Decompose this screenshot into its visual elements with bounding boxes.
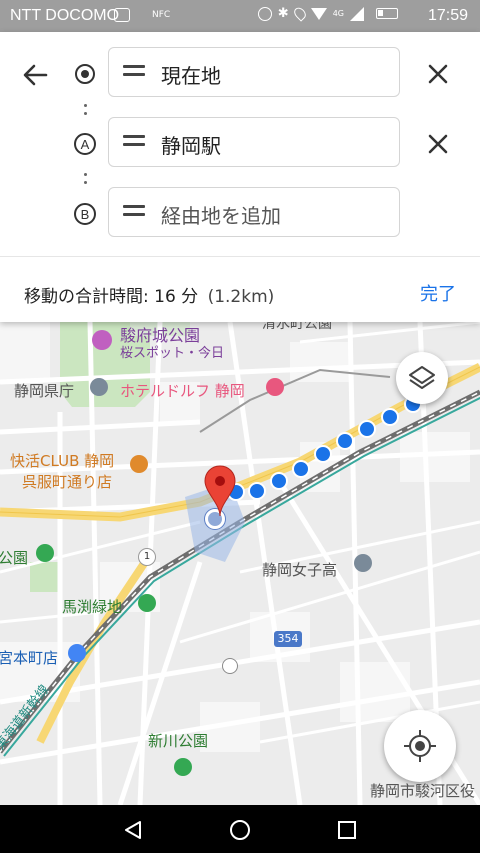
route-dot (270, 472, 288, 490)
route-354-shield: 354 (274, 631, 302, 647)
drag-handle-icon[interactable] (123, 135, 145, 149)
add-waypoint-placeholder: 経由地を追加 (161, 204, 281, 228)
waypoint-row: B 経由地を追加 (0, 187, 480, 241)
back-nav-icon[interactable] (122, 819, 144, 841)
park-poi-icon[interactable] (36, 544, 54, 562)
gov-poi-icon[interactable] (90, 378, 108, 396)
map-label-shinkawa: 新川公園 (148, 732, 209, 750)
clock: 17:59 (427, 7, 468, 24)
route-dot (358, 420, 376, 438)
park-poi-icon[interactable] (138, 594, 156, 612)
map-label-hotel: ホテルドルフ 静岡 (120, 382, 245, 400)
add-waypoint-field[interactable]: 経由地を追加 (108, 187, 400, 237)
route-1-shield: 1 (138, 548, 156, 566)
waypoint-marker-b: B (74, 203, 96, 225)
map-view[interactable]: 駿府城公園 桜スポット・今日 清水町公園 静岡県庁 ホテルドルフ 静岡 快活CL… (0, 322, 480, 805)
total-time: 移動の合計時間: 16 分 (24, 287, 199, 307)
park-poi-icon[interactable] (92, 330, 112, 350)
trip-summary: 移動の合計時間: 16 分 (1.2km) (24, 282, 274, 307)
nfc-indicator: NFC (152, 10, 171, 20)
done-button[interactable]: 完了 (420, 280, 456, 306)
notification-icon (114, 8, 130, 22)
destination-marker-a: A (74, 133, 96, 155)
post-office-icon[interactable] (222, 658, 238, 674)
route-dot (292, 460, 310, 478)
recents-nav-icon[interactable] (336, 819, 358, 841)
map-label-ward-office: 静岡市駿河区役 (370, 782, 476, 800)
layers-icon (409, 366, 435, 389)
map-label-club-2: 呉服町通り店 (22, 473, 113, 491)
map-label-park-left: 公園 (0, 549, 29, 567)
bluetooth-icon: ✱ (277, 6, 289, 21)
origin-row: 現在地 (0, 47, 480, 101)
map-label-prefecture: 静岡県庁 (14, 382, 75, 400)
battery-icon (376, 8, 398, 19)
destination-field[interactable]: 静岡駅 (108, 117, 400, 167)
origin-text: 現在地 (161, 64, 221, 88)
carrier-name: NTT DOCOMO (10, 7, 120, 24)
route-dot (381, 408, 399, 426)
restaurant-poi-icon[interactable] (130, 455, 148, 473)
school-poi-icon[interactable] (354, 554, 372, 572)
drag-handle-icon[interactable] (123, 65, 145, 79)
destination-pin-icon[interactable] (203, 464, 237, 518)
location-icon (291, 5, 308, 22)
vibrate-icon (257, 6, 272, 21)
hotel-poi-icon[interactable] (266, 378, 284, 396)
park-poi-icon[interactable] (174, 758, 192, 776)
route-dot (314, 445, 332, 463)
map-label-club-1: 快活CLUB 静岡 (10, 452, 115, 470)
route-panel: 現在地 A 静岡駅 B 経由地を追加 移動の合計時間: 16 分 (1.2km)… (0, 32, 480, 322)
map-label-sunpu-sub: 桜スポット・今日 (120, 346, 225, 361)
map-label-miyamoto: 宮本町店 (0, 649, 59, 667)
system-nav-bar (0, 805, 480, 853)
origin-field[interactable]: 現在地 (108, 47, 400, 97)
divider (0, 256, 480, 257)
layers-button[interactable] (396, 352, 448, 404)
map-label-highschool: 静岡女子高 (262, 561, 338, 579)
status-bar: NTT DOCOMO NFC ✱ 4G 17:59 (0, 0, 480, 32)
signal-icon (350, 6, 364, 21)
route-dot (336, 432, 354, 450)
my-location-button[interactable] (384, 710, 456, 782)
remove-origin-close-icon[interactable] (424, 60, 452, 88)
crosshair-icon (404, 730, 436, 762)
total-distance: (1.2km) (207, 287, 275, 307)
network-type: 4G (332, 9, 344, 18)
map-label-mabuchi: 馬渕緑地 (62, 598, 123, 616)
destination-row: A 静岡駅 (0, 117, 480, 171)
route-dot (248, 482, 266, 500)
home-nav-icon[interactable] (229, 819, 251, 841)
remove-destination-close-icon[interactable] (424, 130, 452, 158)
destination-text: 静岡駅 (161, 134, 221, 158)
shop-poi-icon[interactable] (68, 644, 86, 662)
map-label-top: 清水町公園 (262, 322, 332, 332)
wifi-icon (310, 7, 327, 20)
current-location-icon (75, 64, 95, 84)
drag-handle-icon[interactable] (123, 205, 145, 219)
